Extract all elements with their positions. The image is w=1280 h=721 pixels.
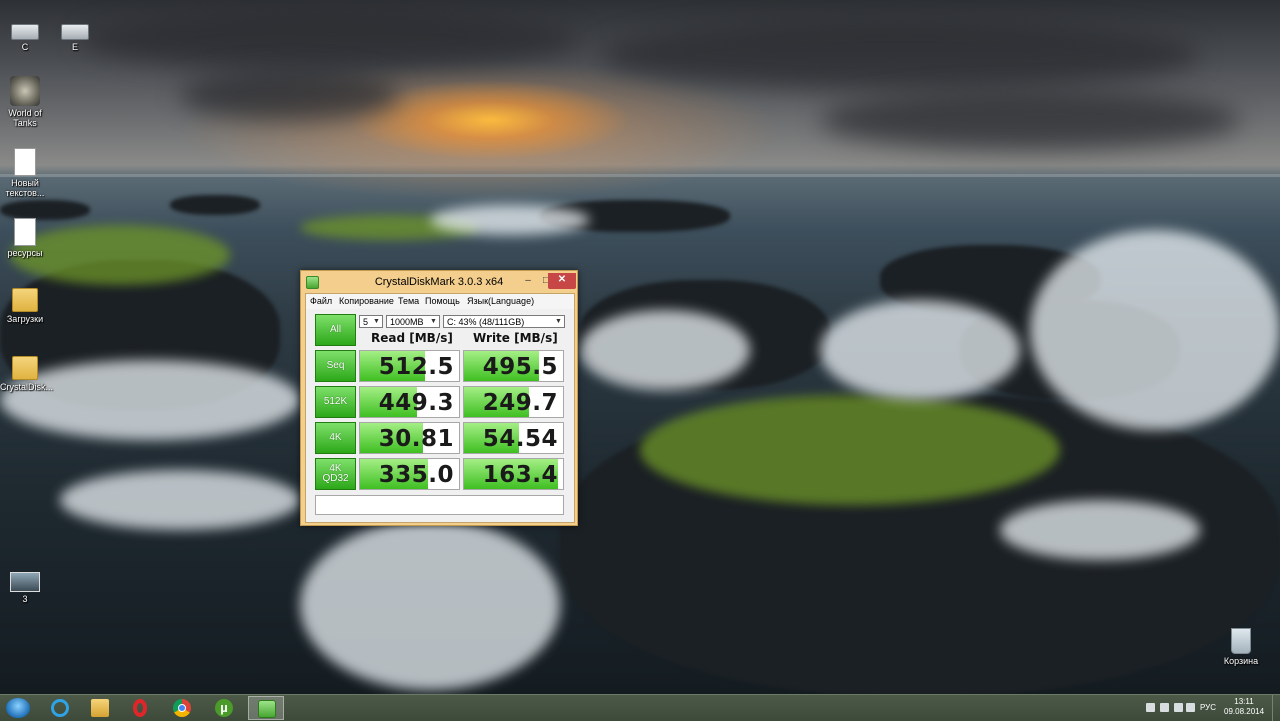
4k-qd32-test-button[interactable]: 4K QD32 (315, 458, 356, 490)
menu-language[interactable]: Язык(Language) (467, 296, 534, 306)
downloads-folder-icon (12, 288, 38, 312)
clock[interactable]: 13:11 09.08.2014 (1224, 697, 1264, 717)
desktop-icon-label: CrystalDisk... (0, 382, 54, 392)
window-client-area: Файл Копирование Тема Помощь Язык(Langua… (305, 293, 575, 523)
menu-bar: Файл Копирование Тема Помощь Язык(Langua… (306, 294, 574, 309)
desktop-icon-drive-c[interactable]: C (0, 16, 50, 52)
4k-write-result: 54.54 (463, 422, 564, 454)
seq-write-result: 495.5 (463, 350, 564, 382)
desktop-wallpaper (0, 0, 1280, 694)
taskbar-utorrent[interactable]: µ (206, 696, 242, 720)
menu-copy[interactable]: Копирование (339, 296, 394, 306)
result-value: 335.0 (378, 462, 454, 488)
test-size-value: 1000MB (390, 317, 424, 327)
drive-value: C: 43% (48/111GB) (447, 317, 525, 327)
drive-select[interactable]: C: 43% (48/111GB) ▼ (443, 315, 565, 328)
write-column-header: Write [MB/s] (473, 331, 558, 345)
desktop-icon-recycle-bin[interactable]: Корзина (1216, 628, 1266, 666)
minimize-button[interactable]: – (520, 274, 536, 288)
desktop-icon-label: World of Tanks (8, 108, 42, 128)
clock-time: 13:11 (1234, 697, 1254, 706)
recycle-bin-icon (1231, 628, 1251, 654)
result-value: 449.3 (378, 390, 454, 416)
network-icon[interactable] (1160, 703, 1169, 712)
read-column-header: Read [MB/s] (371, 331, 453, 345)
chrome-icon (173, 699, 191, 717)
result-value: 54.54 (482, 426, 558, 452)
crystaldiskmark-window: CrystalDiskMark 3.0.3 x64 – □ ✕ Файл Коп… (300, 270, 578, 526)
result-value: 30.81 (378, 426, 454, 452)
result-value: 495.5 (482, 354, 558, 380)
folder-icon (12, 356, 38, 380)
test-size-select[interactable]: 1000MB ▼ (386, 315, 440, 328)
4k-qd32-write-result: 163.4 (463, 458, 564, 490)
text-document-icon (14, 148, 36, 176)
comment-field[interactable] (315, 495, 564, 515)
start-button[interactable] (6, 698, 30, 718)
512k-write-result: 249.7 (463, 386, 564, 418)
menu-file[interactable]: Файл (310, 296, 332, 306)
512k-test-button[interactable]: 512K (315, 386, 356, 418)
desktop-icon-image-3[interactable]: 3 (0, 566, 50, 604)
result-value: 249.7 (482, 390, 558, 416)
taskbar-crystaldiskmark[interactable] (248, 696, 284, 720)
512k-read-result: 449.3 (359, 386, 460, 418)
result-value: 512.5 (378, 354, 454, 380)
opera-icon (133, 699, 147, 717)
crystaldiskmark-icon (258, 700, 276, 718)
4k-qd32-read-result: 335.0 (359, 458, 460, 490)
4k-read-result: 30.81 (359, 422, 460, 454)
seq-test-button[interactable]: Seq (315, 350, 356, 382)
drive-icon (11, 24, 39, 40)
taskbar-file-explorer[interactable] (82, 696, 118, 720)
chevron-down-icon: ▼ (430, 318, 437, 325)
desktop-icon-resources[interactable]: ресурсы (0, 218, 50, 258)
chevron-down-icon: ▼ (373, 318, 380, 325)
taskbar: µ РУС 13:11 09.08.2014 (0, 694, 1280, 721)
utorrent-icon: µ (215, 699, 233, 717)
image-file-icon (10, 572, 40, 592)
menu-theme[interactable]: Тема (398, 296, 419, 306)
desktop-icon-label: 3 (22, 594, 28, 604)
desktop-icon-label: E (71, 42, 78, 52)
action-center-icon[interactable] (1146, 703, 1155, 712)
window-titlebar[interactable]: CrystalDiskMark 3.0.3 x64 – □ ✕ (301, 271, 577, 293)
volume-icon[interactable] (1174, 703, 1183, 712)
menu-help[interactable]: Помощь (425, 296, 460, 306)
result-value: 163.4 (482, 462, 558, 488)
desktop-icon-text-document[interactable]: Новый текстов... (0, 148, 50, 198)
desktop-icon-world-of-tanks[interactable]: World of Tanks (0, 76, 50, 128)
taskbar-opera[interactable] (122, 696, 158, 720)
4k-test-button[interactable]: 4K (315, 422, 356, 454)
clock-date: 09.08.2014 (1224, 707, 1265, 716)
run-all-button[interactable]: All (315, 314, 356, 346)
drive-icon (61, 24, 89, 40)
file-explorer-icon (91, 699, 109, 717)
desktop-icon-downloads[interactable]: Загрузки (0, 284, 50, 324)
language-indicator[interactable]: РУС (1200, 703, 1216, 712)
internet-explorer-icon (51, 699, 69, 717)
taskbar-chrome[interactable] (164, 696, 200, 720)
power-icon[interactable] (1186, 703, 1195, 712)
chevron-down-icon: ▼ (555, 318, 562, 325)
close-button[interactable]: ✕ (548, 273, 576, 289)
desktop-icon-label: Корзина (1223, 656, 1259, 666)
desktop-icon-label: ресурсы (7, 248, 43, 258)
world-of-tanks-icon (10, 76, 40, 106)
desktop-icon-label: Новый текстов... (5, 178, 45, 198)
taskbar-internet-explorer[interactable] (42, 696, 78, 720)
desktop-icon-label: C (21, 42, 29, 52)
desktop-icon-label: Загрузки (6, 314, 44, 324)
seq-read-result: 512.5 (359, 350, 460, 382)
test-count-value: 5 (363, 317, 369, 327)
test-count-select[interactable]: 5 ▼ (359, 315, 383, 328)
desktop-icon-crystaldisk[interactable]: CrystalDisk... (0, 352, 54, 392)
document-icon (14, 218, 36, 246)
show-desktop-button[interactable] (1272, 695, 1280, 721)
desktop-icon-drive-e[interactable]: E (50, 16, 100, 52)
